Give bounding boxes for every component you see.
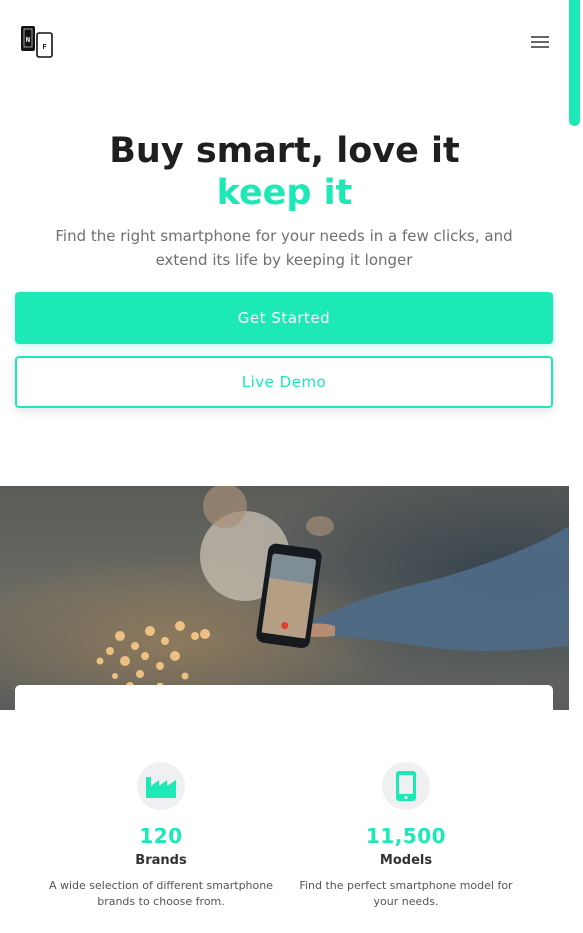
stat-brands: 120 Brands A wide selection of different…	[46, 762, 276, 910]
live-demo-button[interactable]: Live Demo	[15, 356, 553, 408]
hero-title-accent: keep it	[216, 173, 353, 213]
hero-title-line1: Buy smart, love it	[109, 131, 460, 171]
hero-photo	[0, 486, 569, 710]
factory-icon	[137, 762, 185, 810]
stat-label: Models	[379, 853, 433, 868]
stats-card	[15, 685, 553, 725]
brand-logo[interactable]: N F	[20, 25, 54, 59]
landing-page: N F Buy smart, love it keep it Find the …	[0, 0, 583, 933]
stat-value: 120	[139, 824, 183, 848]
phones-logo-icon: N F	[21, 26, 53, 58]
stat-description: Find the perfect smartphone model for yo…	[299, 879, 513, 908]
smartphone-icon	[382, 762, 430, 810]
stat-models: 11,500 Models Find the perfect smartphon…	[291, 762, 521, 910]
hamburger-menu-icon[interactable]	[530, 34, 552, 50]
scrollbar-thumb[interactable]	[569, 0, 580, 126]
scrollbar-track[interactable]	[569, 0, 583, 933]
hero-description: Find the right smartphone for your needs…	[55, 227, 513, 269]
stat-label: Brands	[135, 853, 187, 868]
stat-description: A wide selection of different smartphone…	[48, 879, 274, 908]
get-started-button[interactable]: Get Started	[15, 292, 553, 344]
hero-title: Buy smart, love it keep it	[0, 130, 569, 214]
logo-letter-n: N	[26, 36, 30, 44]
logo-letter-f: F	[42, 43, 46, 51]
stat-value: 11,500	[365, 824, 447, 848]
